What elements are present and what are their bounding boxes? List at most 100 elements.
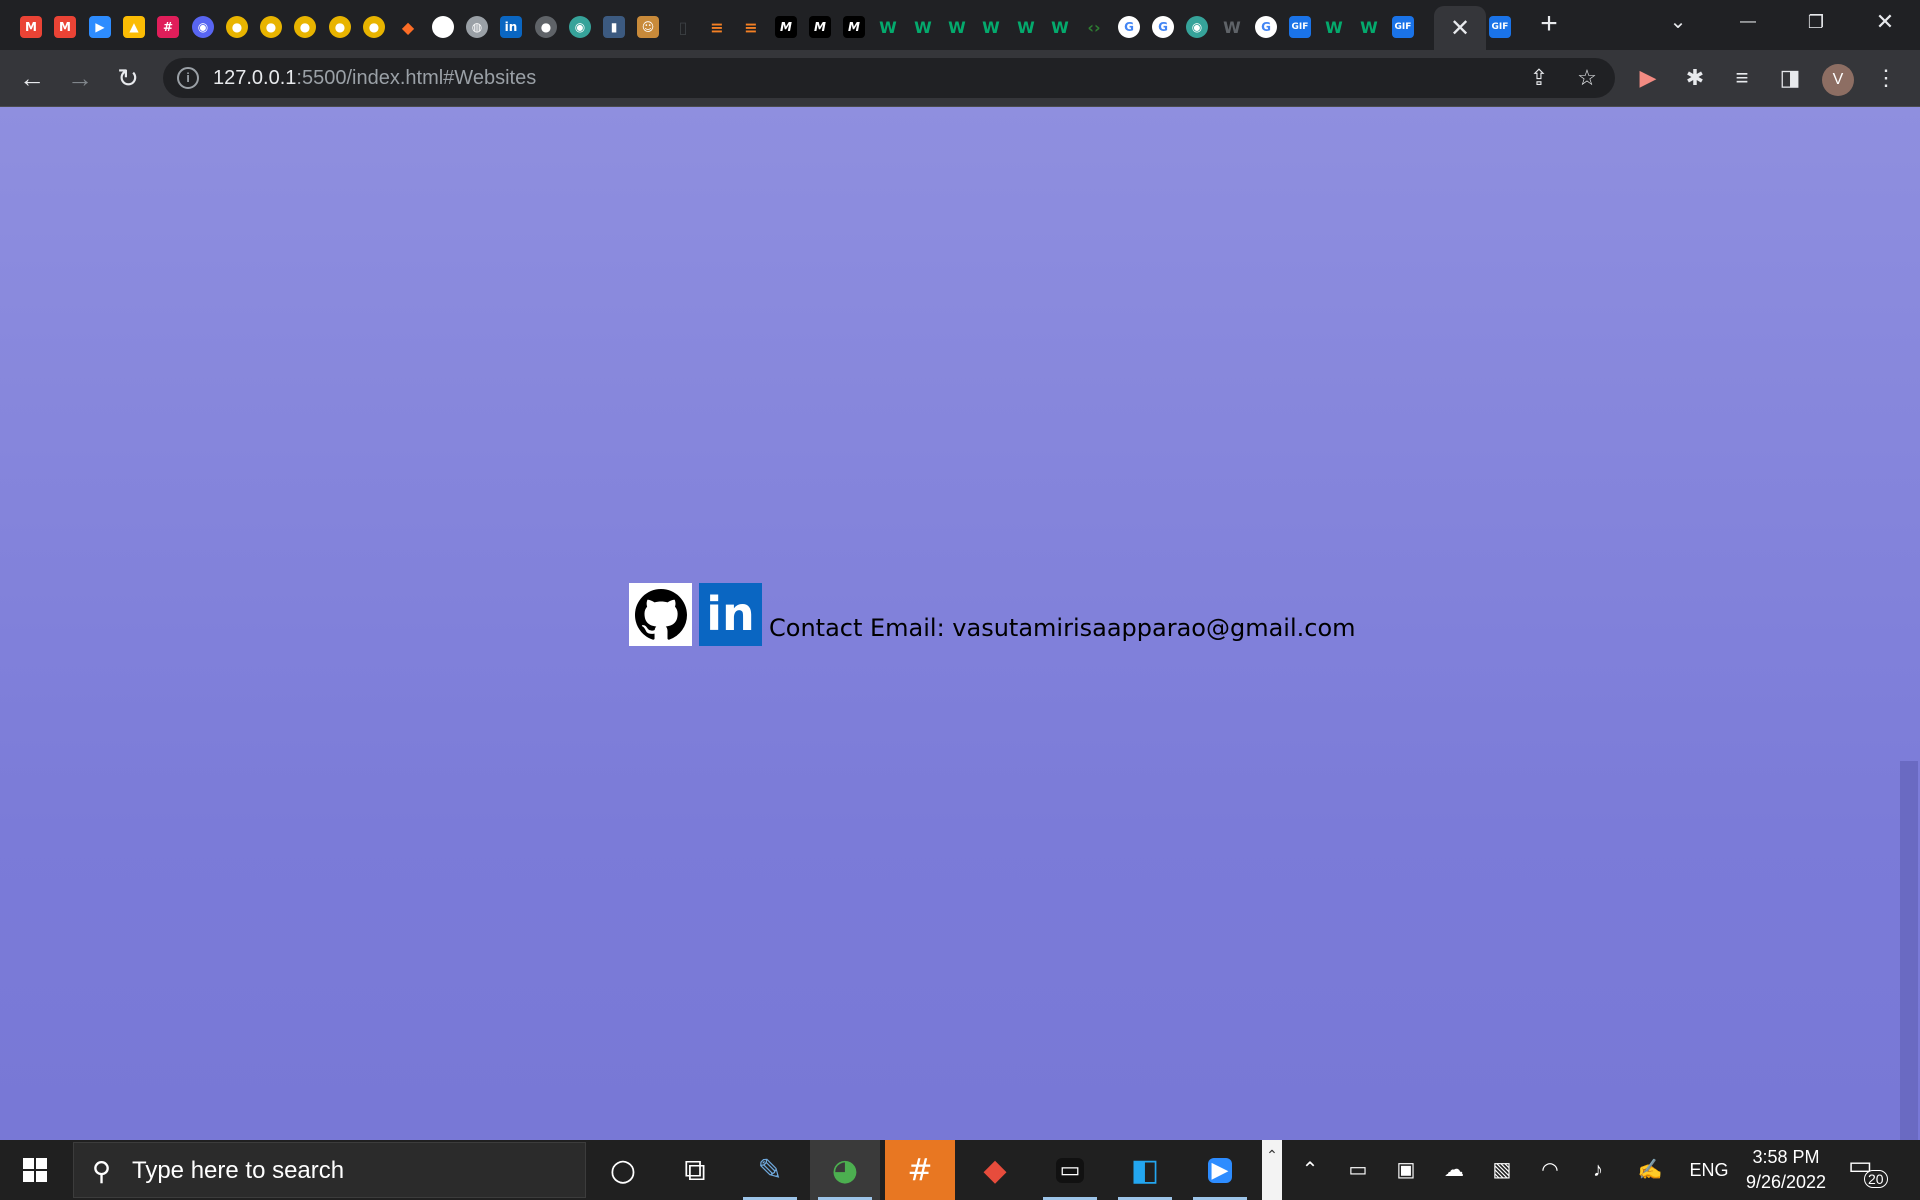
scrollbar-thumb[interactable] (1900, 761, 1918, 1140)
tab[interactable]: ≡ (734, 10, 768, 44)
tab[interactable]: W (1215, 10, 1249, 44)
tab[interactable]: ▶ (83, 10, 117, 44)
profile-avatar[interactable]: V (1822, 64, 1854, 96)
slack-icon: # (907, 1152, 933, 1188)
tab[interactable]: ▯ (666, 10, 700, 44)
gif-icon: GIF (1289, 16, 1311, 38)
bookmark-star-icon[interactable]: ☆ (1569, 58, 1605, 98)
tab[interactable]: ≡ (700, 10, 734, 44)
extensions-puzzle-icon[interactable]: ✱ (1675, 58, 1715, 98)
tab[interactable]: GIF (1386, 10, 1420, 44)
tab[interactable]: W (974, 10, 1008, 44)
new-tab-button[interactable]: + (1534, 9, 1564, 39)
back-button[interactable]: ← (12, 58, 52, 98)
tab[interactable]: W (1043, 10, 1077, 44)
restore-button[interactable]: ❐ (1786, 6, 1846, 38)
tab[interactable]: ● (323, 10, 357, 44)
github-link[interactable] (629, 583, 692, 646)
language-indicator[interactable]: ENG (1684, 1140, 1734, 1200)
onedrive-icon[interactable]: ☁ (1436, 1140, 1472, 1200)
tab[interactable]: in (494, 10, 528, 44)
tab[interactable]: ◉ (186, 10, 220, 44)
wifi-icon[interactable]: ◠ (1532, 1140, 1568, 1200)
start-button[interactable] (0, 1140, 70, 1200)
extension-icon[interactable]: ▶ (1628, 58, 1668, 98)
tab[interactable]: ● (288, 10, 322, 44)
tab[interactable]: G (1112, 10, 1146, 44)
tab[interactable]: ◉ (1180, 10, 1214, 44)
tab[interactable]: W (940, 10, 974, 44)
close-tab-icon[interactable]: ✕ (1450, 14, 1470, 43)
tab[interactable]: # (151, 10, 185, 44)
tab[interactable]: W (906, 10, 940, 44)
taskbar-search-input[interactable]: ⚲ Type here to search (73, 1142, 586, 1198)
tab[interactable]: ◉ (563, 10, 597, 44)
tab[interactable]: W (871, 10, 905, 44)
google-icon: G (1255, 16, 1277, 38)
minimize-button[interactable]: — (1718, 6, 1778, 38)
media-control-icon[interactable]: ≡ (1722, 58, 1762, 98)
vscode-taskbar-button[interactable]: ◧ (1110, 1140, 1180, 1200)
tab[interactable]: ◎ (426, 10, 460, 44)
pen-icon[interactable]: ✍ (1632, 1140, 1668, 1200)
tab[interactable]: M (769, 10, 803, 44)
tab[interactable]: ● (220, 10, 254, 44)
w3schools-icon: W (879, 17, 897, 37)
search-placeholder: Type here to search (132, 1157, 345, 1184)
reload-button[interactable]: ↻ (108, 58, 148, 98)
address-bar[interactable]: i 127.0.0.1:5500/index.html#Websites ⇪ ☆ (163, 58, 1615, 98)
slack-taskbar-button[interactable]: # (885, 1140, 955, 1200)
tab[interactable]: W (1352, 10, 1386, 44)
tab-search-button[interactable]: ⌄ (1648, 6, 1708, 38)
network-adapter-icon[interactable]: ▭ (1340, 1140, 1376, 1200)
notification-center-button[interactable]: ▭ 20 (1848, 1150, 1888, 1190)
tab[interactable]: ▮ (597, 10, 631, 44)
tab[interactable]: W (1009, 10, 1043, 44)
tray-scroll-up-icon[interactable]: ⌃ (1262, 1140, 1282, 1200)
close-window-button[interactable]: ✕ (1855, 6, 1915, 38)
chrome-taskbar-button[interactable]: ◕ (810, 1140, 880, 1200)
terminal-taskbar-button[interactable]: ▭ (1035, 1140, 1105, 1200)
tab[interactable]: ● (529, 10, 563, 44)
tab[interactable]: ● (254, 10, 288, 44)
tab[interactable]: ‹› (1077, 10, 1111, 44)
share-icon[interactable]: ⇪ (1521, 58, 1557, 98)
tab[interactable]: G (1249, 10, 1283, 44)
site-info-icon[interactable]: i (177, 67, 199, 89)
tab[interactable]: ● (357, 10, 391, 44)
linkedin-icon: in (706, 587, 755, 641)
zoom-taskbar-button[interactable]: ▶ (1185, 1140, 1255, 1200)
git-icon: ◆ (983, 1152, 1007, 1188)
linkedin-link[interactable]: in (699, 583, 762, 646)
meet-now-icon[interactable]: ▣ (1388, 1140, 1424, 1200)
task-view-taskbar-button[interactable]: ⧉ (660, 1140, 730, 1200)
tab[interactable]: ☺ (631, 10, 665, 44)
forward-button[interactable]: → (60, 58, 100, 98)
cortana-taskbar-button[interactable]: ○ (588, 1140, 658, 1200)
tab[interactable]: GIF (1483, 10, 1517, 44)
wikimedia-icon: ◉ (569, 16, 591, 38)
display-icon[interactable]: ▧ (1484, 1140, 1520, 1200)
active-tab[interactable]: ✕ (1434, 6, 1486, 50)
tab[interactable]: M (48, 10, 82, 44)
volume-icon[interactable]: ♪ (1580, 1140, 1616, 1200)
chrome-menu-icon[interactable]: ⋮ (1866, 58, 1906, 98)
tab[interactable]: ▲ (117, 10, 151, 44)
tab-strip: M M ▶ ▲ # ◉ ● ● ● ● ● ◆ ◎ ◍ in ● ◉ ▮ ☺ ▯ ≡ ≡ M M M W W W W W W ‹› G G ◉ W G G… (0, 0, 1920, 50)
clock[interactable]: 3:58 PM 9/26/2022 (1736, 1145, 1836, 1195)
tab[interactable]: M (837, 10, 871, 44)
side-panel-icon[interactable]: ◨ (1770, 58, 1810, 98)
show-hidden-icons[interactable]: ⌃ (1292, 1140, 1328, 1200)
tab[interactable]: M (14, 10, 48, 44)
tab[interactable]: M (803, 10, 837, 44)
tab[interactable]: GIF (1283, 10, 1317, 44)
page-scrollbar[interactable] (1898, 107, 1920, 1140)
tab[interactable]: ◍ (460, 10, 494, 44)
tab[interactable]: G (1146, 10, 1180, 44)
notepad-taskbar-button[interactable]: ✎ (735, 1140, 805, 1200)
tab[interactable]: W (1317, 10, 1351, 44)
git-taskbar-button[interactable]: ◆ (960, 1140, 1030, 1200)
url-text[interactable]: 127.0.0.1:5500/index.html#Websites (213, 58, 536, 98)
github-icon: ◎ (432, 16, 454, 38)
tab[interactable]: ◆ (391, 10, 425, 44)
